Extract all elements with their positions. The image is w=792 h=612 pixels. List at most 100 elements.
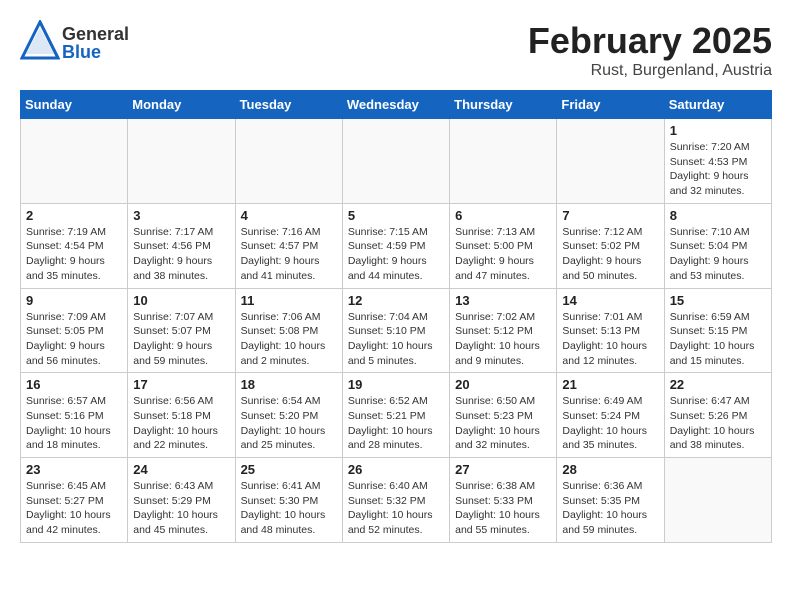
col-header-saturday: Saturday (664, 91, 771, 119)
logo-blue: Blue (62, 43, 129, 61)
day-info: Sunrise: 6:57 AM Sunset: 5:16 PM Dayligh… (26, 394, 122, 453)
day-number: 3 (133, 208, 229, 223)
day-info: Sunrise: 6:41 AM Sunset: 5:30 PM Dayligh… (241, 479, 337, 538)
calendar-cell: 22 Sunrise: 6:47 AM Sunset: 5:26 PM Dayli… (664, 373, 771, 458)
calendar-cell: 27Sunrise: 6:38 AM Sunset: 5:33 PM Dayli… (450, 458, 557, 543)
calendar-cell: 23 Sunrise: 6:45 AM Sunset: 5:27 PM Dayli… (21, 458, 128, 543)
day-info: Sunrise: 6:56 AM Sunset: 5:18 PM Dayligh… (133, 394, 229, 453)
calendar-cell: 15 Sunrise: 6:59 AM Sunset: 5:15 PM Dayli… (664, 288, 771, 373)
day-info: Sunrise: 7:10 AM Sunset: 5:04 PM Dayligh… (670, 225, 766, 284)
day-number: 15 (670, 293, 766, 308)
logo-general: General (62, 25, 129, 43)
day-number: 9 (26, 293, 122, 308)
calendar-cell: 4 Sunrise: 7:16 AM Sunset: 4:57 PM Daylig… (235, 203, 342, 288)
logo: General Blue (20, 20, 129, 65)
day-number: 11 (241, 293, 337, 308)
calendar-cell: 8 Sunrise: 7:10 AM Sunset: 5:04 PM Daylig… (664, 203, 771, 288)
calendar-cell (557, 119, 664, 204)
day-number: 7 (562, 208, 658, 223)
day-number: 28 (562, 462, 658, 477)
day-number: 16 (26, 377, 122, 392)
calendar-cell (664, 458, 771, 543)
day-number: 4 (241, 208, 337, 223)
calendar-cell: 20Sunrise: 6:50 AM Sunset: 5:23 PM Dayli… (450, 373, 557, 458)
day-number: 5 (348, 208, 444, 223)
day-info: Sunrise: 7:04 AM Sunset: 5:10 PM Dayligh… (348, 310, 444, 369)
calendar-cell (450, 119, 557, 204)
day-number: 22 (670, 377, 766, 392)
day-info: Sunrise: 6:43 AM Sunset: 5:29 PM Dayligh… (133, 479, 229, 538)
calendar-cell: 2 Sunrise: 7:19 AM Sunset: 4:54 PM Daylig… (21, 203, 128, 288)
day-number: 8 (670, 208, 766, 223)
day-number: 23 (26, 462, 122, 477)
calendar-week-row: 1 Sunrise: 7:20 AM Sunset: 4:53 PM Daylig… (21, 119, 772, 204)
logo-text-block: General Blue (62, 25, 129, 61)
col-header-thursday: Thursday (450, 91, 557, 119)
col-header-friday: Friday (557, 91, 664, 119)
day-number: 25 (241, 462, 337, 477)
day-number: 18 (241, 377, 337, 392)
col-header-sunday: Sunday (21, 91, 128, 119)
col-header-wednesday: Wednesday (342, 91, 449, 119)
day-info: Sunrise: 6:59 AM Sunset: 5:15 PM Dayligh… (670, 310, 766, 369)
calendar-cell: 18 Sunrise: 6:54 AM Sunset: 5:20 PM Dayli… (235, 373, 342, 458)
calendar-cell: 1 Sunrise: 7:20 AM Sunset: 4:53 PM Daylig… (664, 119, 771, 204)
day-info: Sunrise: 6:54 AM Sunset: 5:20 PM Dayligh… (241, 394, 337, 453)
day-number: 21 (562, 377, 658, 392)
calendar-week-row: 16 Sunrise: 6:57 AM Sunset: 5:16 PM Dayli… (21, 373, 772, 458)
day-number: 10 (133, 293, 229, 308)
day-number: 19 (348, 377, 444, 392)
day-number: 17 (133, 377, 229, 392)
day-info: Sunrise: 7:17 AM Sunset: 4:56 PM Dayligh… (133, 225, 229, 284)
day-info: Sunrise: 7:15 AM Sunset: 4:59 PM Dayligh… (348, 225, 444, 284)
calendar-week-row: 2 Sunrise: 7:19 AM Sunset: 4:54 PM Daylig… (21, 203, 772, 288)
calendar-table: SundayMondayTuesdayWednesdayThursdayFrid… (20, 90, 772, 543)
calendar-cell: 9 Sunrise: 7:09 AM Sunset: 5:05 PM Daylig… (21, 288, 128, 373)
day-info: Sunrise: 6:40 AM Sunset: 5:32 PM Dayligh… (348, 479, 444, 538)
day-info: Sunrise: 6:52 AM Sunset: 5:21 PM Dayligh… (348, 394, 444, 453)
day-number: 24 (133, 462, 229, 477)
calendar-cell: 25 Sunrise: 6:41 AM Sunset: 5:30 PM Dayli… (235, 458, 342, 543)
calendar-cell: 16 Sunrise: 6:57 AM Sunset: 5:16 PM Dayli… (21, 373, 128, 458)
calendar-cell: 12Sunrise: 7:04 AM Sunset: 5:10 PM Dayli… (342, 288, 449, 373)
page-header: General Blue February 2025 Rust, Burgenl… (20, 20, 772, 80)
calendar-week-row: 9 Sunrise: 7:09 AM Sunset: 5:05 PM Daylig… (21, 288, 772, 373)
calendar-cell: 24 Sunrise: 6:43 AM Sunset: 5:29 PM Dayli… (128, 458, 235, 543)
day-info: Sunrise: 7:13 AM Sunset: 5:00 PM Dayligh… (455, 225, 551, 284)
day-info: Sunrise: 7:20 AM Sunset: 4:53 PM Dayligh… (670, 140, 766, 199)
calendar-cell: 26 Sunrise: 6:40 AM Sunset: 5:32 PM Dayli… (342, 458, 449, 543)
day-number: 1 (670, 123, 766, 138)
day-info: Sunrise: 7:07 AM Sunset: 5:07 PM Dayligh… (133, 310, 229, 369)
day-info: Sunrise: 6:50 AM Sunset: 5:23 PM Dayligh… (455, 394, 551, 453)
day-info: Sunrise: 6:47 AM Sunset: 5:26 PM Dayligh… (670, 394, 766, 453)
calendar-cell: 10 Sunrise: 7:07 AM Sunset: 5:07 PM Dayli… (128, 288, 235, 373)
calendar-cell: 7 Sunrise: 7:12 AM Sunset: 5:02 PM Daylig… (557, 203, 664, 288)
day-info: Sunrise: 6:49 AM Sunset: 5:24 PM Dayligh… (562, 394, 658, 453)
calendar-header-row: SundayMondayTuesdayWednesdayThursdayFrid… (21, 91, 772, 119)
calendar-cell (235, 119, 342, 204)
day-info: Sunrise: 7:12 AM Sunset: 5:02 PM Dayligh… (562, 225, 658, 284)
day-info: Sunrise: 7:09 AM Sunset: 5:05 PM Dayligh… (26, 310, 122, 369)
logo-icon (20, 20, 60, 65)
calendar-cell: 11 Sunrise: 7:06 AM Sunset: 5:08 PM Dayli… (235, 288, 342, 373)
day-info: Sunrise: 7:02 AM Sunset: 5:12 PM Dayligh… (455, 310, 551, 369)
day-info: Sunrise: 7:19 AM Sunset: 4:54 PM Dayligh… (26, 225, 122, 284)
calendar-cell: 5 Sunrise: 7:15 AM Sunset: 4:59 PM Daylig… (342, 203, 449, 288)
col-header-monday: Monday (128, 91, 235, 119)
day-info: Sunrise: 7:16 AM Sunset: 4:57 PM Dayligh… (241, 225, 337, 284)
day-number: 2 (26, 208, 122, 223)
title-block: February 2025 Rust, Burgenland, Austria (528, 20, 772, 80)
day-info: Sunrise: 6:45 AM Sunset: 5:27 PM Dayligh… (26, 479, 122, 538)
calendar-cell: 6Sunrise: 7:13 AM Sunset: 5:00 PM Daylig… (450, 203, 557, 288)
calendar-cell: 13Sunrise: 7:02 AM Sunset: 5:12 PM Dayli… (450, 288, 557, 373)
day-info: Sunrise: 6:36 AM Sunset: 5:35 PM Dayligh… (562, 479, 658, 538)
calendar-cell (21, 119, 128, 204)
calendar-cell: 3 Sunrise: 7:17 AM Sunset: 4:56 PM Daylig… (128, 203, 235, 288)
calendar-cell: 21 Sunrise: 6:49 AM Sunset: 5:24 PM Dayli… (557, 373, 664, 458)
month-title: February 2025 (528, 20, 772, 62)
day-info: Sunrise: 7:06 AM Sunset: 5:08 PM Dayligh… (241, 310, 337, 369)
day-number: 26 (348, 462, 444, 477)
calendar-cell: 14Sunrise: 7:01 AM Sunset: 5:13 PM Dayli… (557, 288, 664, 373)
calendar-cell: 17 Sunrise: 6:56 AM Sunset: 5:18 PM Dayli… (128, 373, 235, 458)
calendar-cell (128, 119, 235, 204)
